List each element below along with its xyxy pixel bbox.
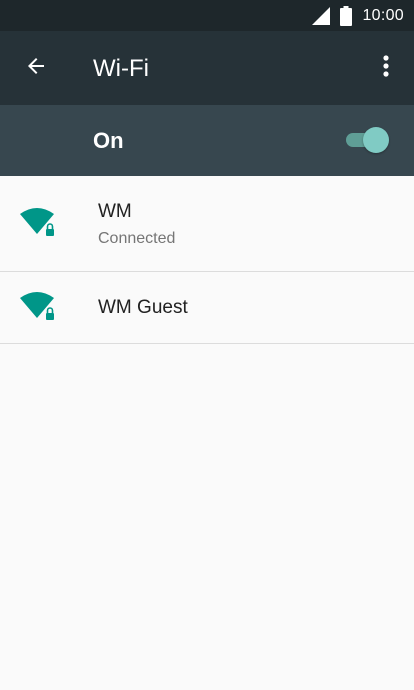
status-time: 10:00 [362,6,404,24]
more-vert-icon [383,54,389,82]
wifi-lock-icon [20,208,56,238]
back-button[interactable] [20,54,52,82]
arrow-back-icon [24,54,48,83]
wifi-lock-icon [20,292,56,322]
network-item-wm-guest[interactable]: WM Guest [0,272,414,344]
toggle-thumb [363,127,389,153]
battery-icon [340,5,353,26]
overflow-menu-button[interactable] [376,53,396,83]
network-name: WM [98,201,132,222]
status-bar: 10:00 [0,0,414,31]
page-title: Wi-Fi [93,55,149,82]
cell-signal-icon [312,6,331,25]
network-name: WM Guest [98,297,188,318]
wifi-toggle[interactable] [344,127,389,153]
network-status: Connected [98,230,176,247]
network-list: WM Connected WM Guest [0,176,414,344]
master-switch-label: On [93,128,124,153]
app-bar: Wi-Fi [0,31,414,105]
network-item-wm[interactable]: WM Connected [0,176,414,272]
wifi-master-switch-bar[interactable]: On [0,105,414,176]
